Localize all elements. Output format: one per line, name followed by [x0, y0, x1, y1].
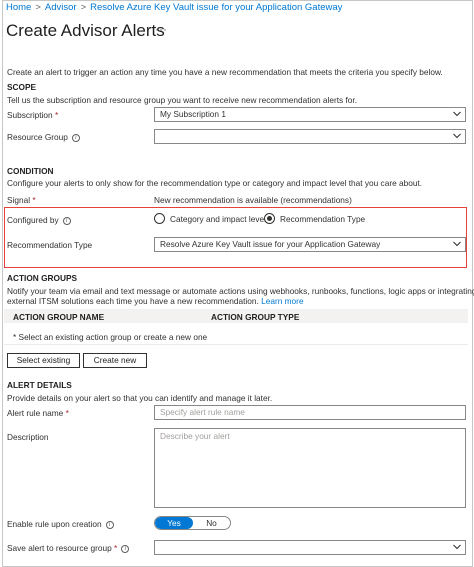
- more-icon[interactable]: ···: [155, 22, 167, 36]
- breadcrumb-separator: >: [35, 2, 41, 13]
- col-action-group-type[interactable]: ACTION GROUP TYPE: [211, 312, 299, 322]
- subscription-dropdown[interactable]: My Subscription 1: [154, 107, 466, 122]
- resource-group-dropdown[interactable]: [154, 129, 466, 144]
- alert-rule-name-label-text: Alert rule name: [7, 408, 64, 418]
- chevron-down-icon: [453, 241, 461, 247]
- create-new-button[interactable]: Create new: [83, 353, 147, 368]
- required-marker: *: [32, 195, 36, 205]
- resource-group-label: Resource Group i: [7, 132, 80, 142]
- breadcrumb-separator: >: [80, 2, 87, 13]
- condition-description: Configure your alerts to only show for t…: [7, 178, 423, 188]
- radio-recommendation-type[interactable]: [264, 213, 275, 224]
- alert-rule-name-input[interactable]: Specify alert rule name: [154, 405, 466, 420]
- signal-label-text: Signal: [7, 195, 31, 205]
- action-groups-description-line1: Notify your team via email and text mess…: [7, 286, 474, 296]
- action-groups-heading: ACTION GROUPS: [7, 273, 78, 283]
- action-groups-description-text: external ITSM solutions each time you ha…: [7, 296, 259, 306]
- breadcrumb: Home > Advisor > Resolve Azure Key Vault iss…: [6, 2, 342, 13]
- enable-rule-label: Enable rule upon creation i: [7, 519, 114, 529]
- enable-rule-toggle[interactable]: Yes No: [154, 516, 231, 530]
- recommendation-type-value: Resolve Azure Key Vault issue for your A…: [160, 239, 381, 249]
- scope-description: Tell us the subscription and resource gr…: [7, 95, 358, 105]
- breadcrumb-advisor[interactable]: Advisor: [45, 2, 77, 13]
- save-rg-dropdown[interactable]: [154, 540, 466, 555]
- configured-by-label-text: Configured by: [7, 215, 59, 225]
- scope-heading: SCOPE: [7, 82, 37, 92]
- select-existing-button[interactable]: Select existing: [7, 353, 80, 368]
- subscription-label-text: Subscription: [7, 110, 53, 120]
- enable-rule-label-text: Enable rule upon creation: [7, 519, 102, 529]
- signal-value: New recommendation is available (recomme…: [154, 195, 352, 205]
- breadcrumb-recommendation[interactable]: Resolve Azure Key Vault issue for your A…: [90, 2, 342, 13]
- description-textarea[interactable]: Describe your alert: [154, 428, 466, 508]
- learn-more-link[interactable]: Learn more: [261, 296, 303, 306]
- description-label: Description: [7, 432, 49, 442]
- chevron-down-icon: [453, 544, 461, 550]
- action-groups-description-line2: external ITSM solutions each time you ha…: [7, 296, 304, 306]
- required-marker: *: [114, 543, 118, 553]
- condition-heading: CONDITION: [7, 166, 54, 176]
- signal-label: Signal *: [7, 195, 36, 205]
- action-groups-empty-text: * Select an existing action group or cre…: [13, 332, 208, 342]
- recommendation-type-dropdown[interactable]: Resolve Azure Key Vault issue for your A…: [154, 237, 466, 252]
- save-rg-label-text: Save alert to resource group: [7, 543, 112, 553]
- info-icon[interactable]: i: [121, 544, 130, 553]
- breadcrumb-home[interactable]: Home: [6, 2, 31, 13]
- alert-details-heading: ALERT DETAILS: [7, 380, 72, 390]
- chevron-down-icon: [453, 111, 461, 117]
- resource-group-label-text: Resource Group: [7, 132, 68, 142]
- recommendation-type-label: Recommendation Type: [7, 240, 93, 250]
- info-icon[interactable]: i: [105, 520, 114, 529]
- alert-rule-name-label: Alert rule name *: [7, 408, 69, 418]
- radio-category-impact[interactable]: [154, 213, 165, 224]
- radio-category-impact-label[interactable]: Category and impact level: [170, 214, 266, 224]
- subscription-value: My Subscription 1: [160, 109, 226, 119]
- toggle-yes[interactable]: Yes: [155, 517, 193, 529]
- alert-details-description: Provide details on your alert so that yo…: [7, 393, 273, 403]
- chevron-down-icon: [453, 133, 461, 139]
- intro-text: Create an alert to trigger an action any…: [7, 67, 443, 77]
- table-divider: [4, 344, 468, 345]
- subscription-label: Subscription *: [7, 110, 58, 120]
- required-marker: *: [54, 110, 59, 120]
- toggle-no[interactable]: No: [193, 517, 230, 529]
- save-rg-label: Save alert to resource group * i: [7, 543, 130, 553]
- required-marker: *: [65, 408, 69, 418]
- radio-recommendation-type-label[interactable]: Recommendation Type: [280, 214, 365, 224]
- info-icon[interactable]: i: [62, 216, 71, 225]
- page-title: Create Advisor Alerts: [6, 21, 165, 40]
- info-icon[interactable]: i: [71, 133, 80, 142]
- configured-by-label: Configured by i: [7, 215, 71, 225]
- col-action-group-name[interactable]: ACTION GROUP NAME: [13, 312, 104, 322]
